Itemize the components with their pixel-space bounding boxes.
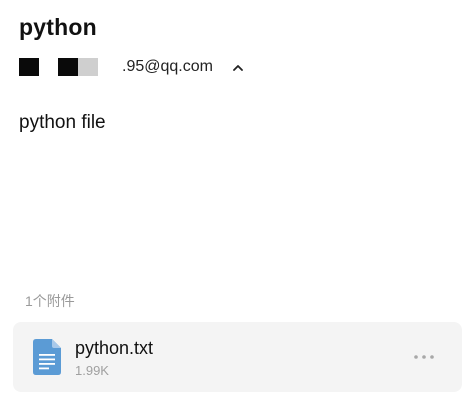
- redacted-name-block: [58, 58, 78, 76]
- email-body: python file: [19, 112, 106, 133]
- email-detail-view: python .95@qq.com python file 1个附件 pytho…: [0, 0, 474, 404]
- chevron-up-icon[interactable]: [231, 58, 245, 76]
- attachment-count: 1个附件: [25, 293, 75, 309]
- attachment-item[interactable]: python.txt 1.99K: [13, 322, 462, 392]
- redacted-avatar-block: [19, 58, 39, 76]
- text-file-icon: [33, 339, 61, 375]
- more-dots-icon[interactable]: [412, 347, 436, 367]
- email-subject: python: [19, 14, 97, 40]
- redacted-name-block-light: [78, 58, 98, 76]
- attachment-file-size: 1.99K: [75, 363, 109, 378]
- attachment-file-name: python.txt: [75, 338, 154, 358]
- sender-row: .95@qq.com: [19, 56, 319, 78]
- sender-email: .95@qq.com: [122, 58, 213, 75]
